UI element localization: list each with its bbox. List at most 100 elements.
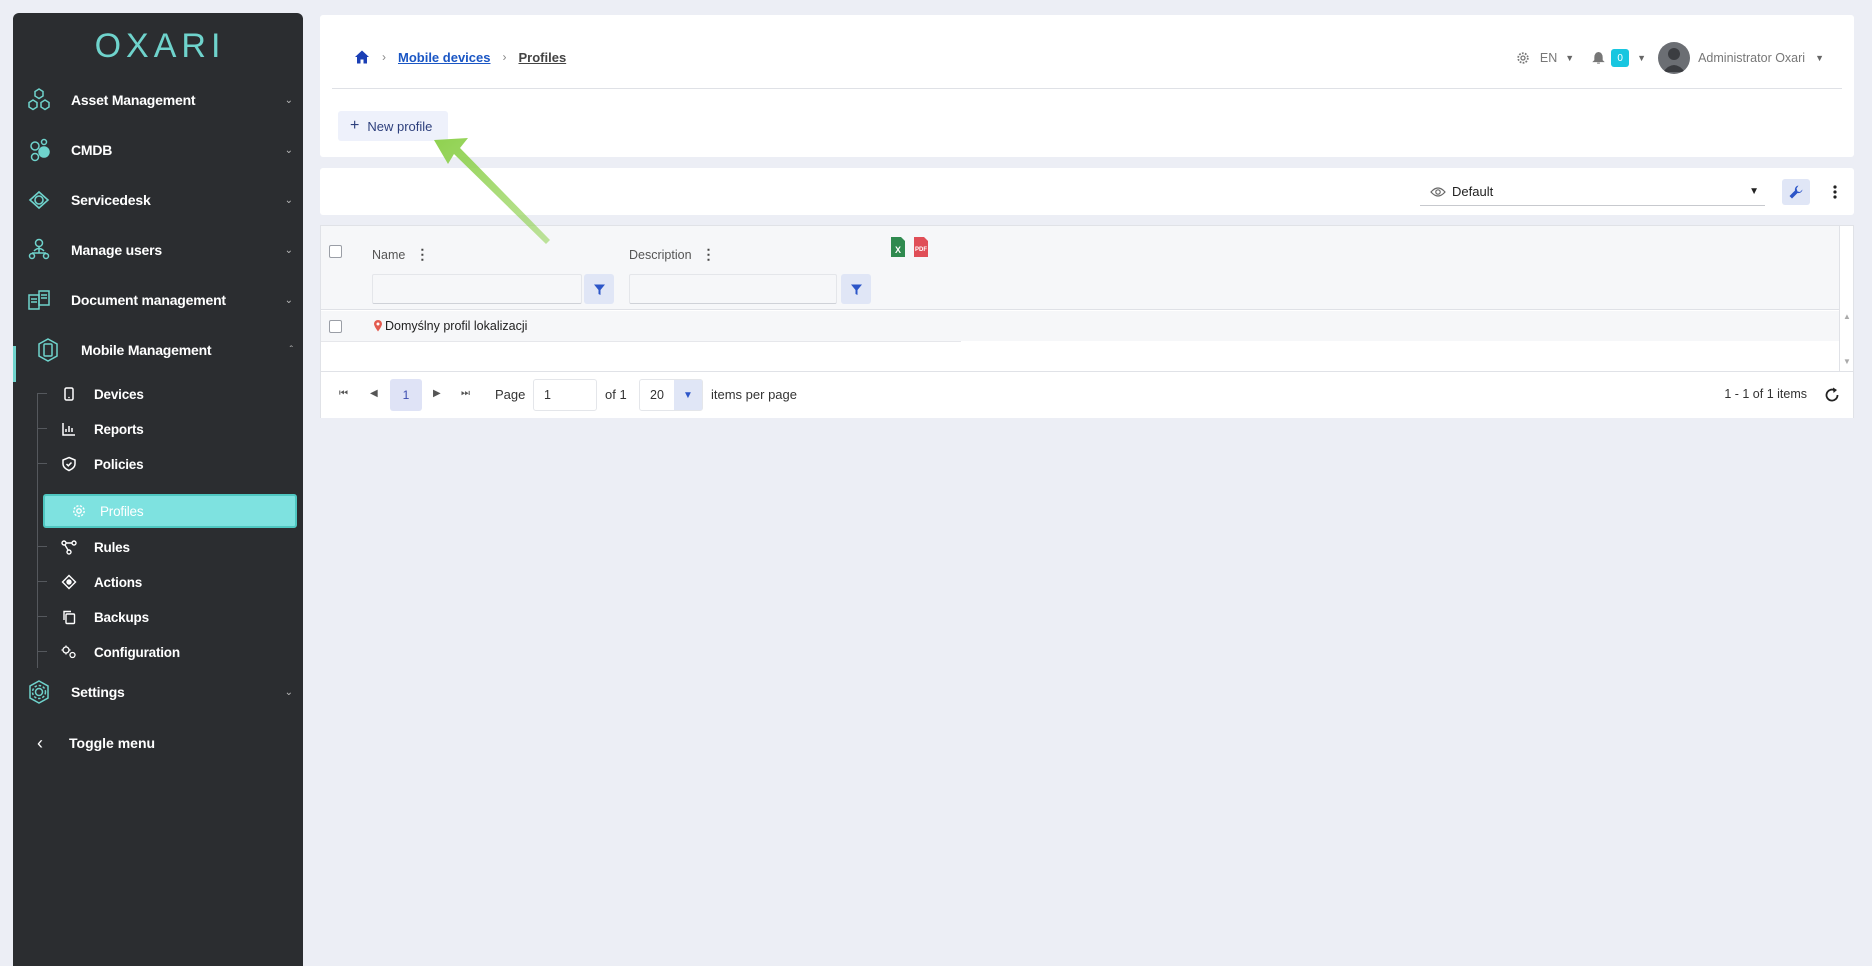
sidebar-subitem-reports[interactable]: Reports <box>37 414 273 444</box>
caret-down-icon[interactable]: ▼ <box>1565 53 1574 63</box>
name-filter-button[interactable] <box>584 274 614 304</box>
mobile-icon <box>38 338 58 362</box>
scroll-up-icon[interactable]: ▲ <box>1843 312 1851 321</box>
sidebar-subitem-rules[interactable]: Rules <box>37 532 273 562</box>
sidebar-item-mobile-management[interactable]: Mobile Management ˆ <box>13 328 303 372</box>
sidebar-item-servicedesk[interactable]: Servicedesk ⌄ <box>13 178 303 222</box>
items-per-page-label: items per page <box>711 387 797 402</box>
toggle-menu-button[interactable]: ‹ Toggle menu <box>13 725 303 761</box>
svg-text:X: X <box>895 245 901 255</box>
breadcrumb-mobile-devices[interactable]: Mobile devices <box>398 50 490 65</box>
pager-summary: 1 - 1 of 1 items <box>1724 387 1807 401</box>
breadcrumb: › Mobile devices › Profiles <box>354 49 566 65</box>
view-selector[interactable]: Default ▼ <box>1420 178 1765 206</box>
divider <box>332 88 1842 89</box>
current-page-button[interactable]: 1 <box>390 379 422 411</box>
new-profile-label: New profile <box>367 118 433 134</box>
first-page-icon[interactable]: ⏮ <box>339 388 348 399</box>
name-filter-input[interactable] <box>372 274 582 304</box>
description-filter-input[interactable] <box>629 274 837 304</box>
language-selector[interactable]: EN <box>1540 51 1557 65</box>
sidebar-subitem-devices[interactable]: Devices <box>37 379 273 409</box>
breadcrumb-profiles[interactable]: Profiles <box>518 50 566 65</box>
tree-branch <box>37 581 47 582</box>
copy-icon <box>63 610 76 625</box>
sidebar-subitem-label: Profiles <box>100 503 144 519</box>
wrench-icon <box>1789 185 1803 199</box>
profiles-grid: Name ⋮ Description ⋮ X PDF Domyślny prof… <box>320 225 1854 418</box>
avatar[interactable] <box>1658 42 1691 74</box>
excel-export-icon[interactable]: X <box>889 236 907 258</box>
page-label: Page <box>495 387 526 402</box>
column-header-description[interactable]: Description ⋮ <box>629 246 716 263</box>
page-count-label: of 1 <box>605 387 627 402</box>
notification-badge[interactable]: 0 <box>1611 49 1630 67</box>
user-name[interactable]: Administrator Oxari <box>1698 51 1805 65</box>
row-name: Domyślny profil lokalizacji <box>385 319 528 333</box>
row-checkbox[interactable] <box>329 320 342 333</box>
previous-page-icon[interactable]: ◀ <box>370 388 378 399</box>
chart-icon <box>62 423 75 436</box>
pdf-export-icon[interactable]: PDF <box>912 236 930 258</box>
chevron-down-icon: ⌄ <box>284 686 293 698</box>
description-filter-button[interactable] <box>841 274 871 304</box>
tree-branch <box>37 393 47 394</box>
page-number-input[interactable]: 1 <box>533 379 597 411</box>
sidebar-subitem-profiles[interactable]: Profiles <box>43 494 297 528</box>
caret-down-icon[interactable]: ▼ <box>1637 53 1646 63</box>
user-icon <box>1663 48 1686 72</box>
page-size-select[interactable]: 20 ▼ <box>639 379 703 411</box>
sidebar-item-manage-users[interactable]: Manage users ⌄ <box>13 228 303 272</box>
sidebar-item-label: CMDB <box>71 142 113 158</box>
settings-icon[interactable] <box>1516 51 1530 65</box>
home-icon[interactable] <box>354 49 370 65</box>
new-profile-button[interactable]: + New profile <box>338 111 448 141</box>
column-header-name[interactable]: Name ⋮ <box>372 246 429 263</box>
users-icon <box>28 238 50 260</box>
sidebar-subitem-label: Configuration <box>94 644 180 660</box>
chevron-down-icon: ⌄ <box>284 294 293 306</box>
sidebar-item-settings[interactable]: Settings ⌄ <box>13 670 303 714</box>
sidebar-item-label: Settings <box>71 684 125 700</box>
sidebar-subitem-label: Actions <box>94 574 143 590</box>
sidebar-subitem-actions[interactable]: Actions <box>37 567 273 597</box>
column-menu-icon[interactable]: ⋮ <box>702 246 716 263</box>
last-page-icon[interactable]: ⏭ <box>461 388 470 399</box>
sidebar-subitem-label: Policies <box>94 456 144 472</box>
sidebar-item-cmdb[interactable]: CMDB ⌄ <box>13 128 303 172</box>
view-selector-value: Default <box>1452 184 1494 199</box>
tree-branch <box>37 616 47 617</box>
chevron-down-icon: ⌄ <box>284 94 293 106</box>
sidebar-item-asset-management[interactable]: Asset Management ⌄ <box>13 78 303 122</box>
tree-branch <box>37 463 47 464</box>
toggle-menu-label: Toggle menu <box>69 735 156 751</box>
sidebar-subitem-configuration[interactable]: Configuration <box>37 637 273 667</box>
sidebar-subitem-policies[interactable]: Policies <box>37 449 273 479</box>
sidebar-subitem-backups[interactable]: Backups <box>37 602 273 632</box>
chevron-down-icon: ⌄ <box>284 144 293 156</box>
sidebar-item-label: Servicedesk <box>71 192 151 208</box>
column-menu-icon[interactable]: ⋮ <box>415 246 429 263</box>
select-all-checkbox[interactable] <box>329 245 342 258</box>
phone-icon <box>64 387 74 401</box>
table-row[interactable]: Domyślny profil lokalizacji <box>321 311 1839 341</box>
hexagons-icon <box>28 88 50 111</box>
documents-icon <box>28 290 50 310</box>
caret-down-icon[interactable]: ▼ <box>1815 53 1824 63</box>
column-title: Description <box>629 247 692 262</box>
sidebar-item-document-management[interactable]: Document management ⌄ <box>13 278 303 322</box>
next-page-icon[interactable]: ▶ <box>433 388 441 399</box>
caret-down-icon[interactable]: ▼ <box>674 380 702 410</box>
vertical-scrollbar[interactable]: ▲ ▼ <box>1839 226 1853 371</box>
oxari-logo[interactable]: OXARI <box>85 27 235 65</box>
sidebar-subitem-label: Reports <box>94 421 144 437</box>
refresh-icon[interactable] <box>1823 386 1841 404</box>
sidebar-subitem-label: Rules <box>94 539 130 555</box>
grid-settings-button[interactable] <box>1782 179 1810 205</box>
sidebar-item-label: Mobile Management <box>81 342 212 358</box>
pager: ⏮ ◀ 1 ▶ ⏭ Page 1 of 1 20 ▼ items per pag… <box>321 371 1853 418</box>
gear-icon <box>73 505 85 517</box>
scroll-down-icon[interactable]: ▼ <box>1843 357 1851 366</box>
bell-icon[interactable] <box>1592 51 1605 65</box>
more-options-button[interactable] <box>1828 179 1842 205</box>
